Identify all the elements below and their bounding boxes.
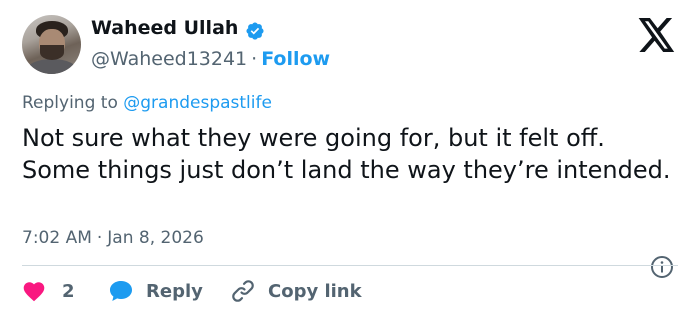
copy-link-button[interactable]: Copy link: [230, 276, 362, 306]
reply-button[interactable]: Reply: [108, 276, 203, 306]
like-button[interactable]: 2: [22, 276, 75, 306]
display-name[interactable]: Waheed Ullah: [91, 17, 238, 39]
reply-mention-link[interactable]: @grandespastlife: [123, 93, 272, 113]
tweet-text: Not sure what they were going for, but i…: [22, 124, 671, 184]
handle-row: @Waheed13241 · Follow: [91, 48, 330, 70]
tweet-timestamp[interactable]: 7:02 AM · Jan 8, 2026: [22, 228, 204, 248]
tweet-time: 7:02 AM: [22, 228, 92, 248]
reply-label: Reply: [146, 280, 203, 302]
tweet-card: Waheed Ullah @Waheed13241 · Follow Replyin…: [0, 0, 700, 318]
reply-bubble-icon: [110, 281, 132, 301]
like-count: 2: [62, 280, 75, 302]
separator: ·: [251, 48, 258, 70]
copy-link-label: Copy link: [268, 280, 362, 302]
link-icon: [232, 280, 254, 302]
user-handle[interactable]: @Waheed13241: [91, 48, 247, 70]
divider: [22, 265, 678, 266]
x-logo-icon[interactable]: [638, 18, 676, 52]
heart-icon: [23, 282, 45, 302]
reply-context: Replying to @grandespastlife: [22, 93, 272, 113]
tweet-date: Jan 8, 2026: [107, 228, 204, 248]
reply-context-prefix: Replying to: [22, 93, 118, 113]
follow-button[interactable]: Follow: [261, 48, 330, 70]
action-bar: 2 Reply Copy link: [22, 276, 682, 306]
avatar[interactable]: [22, 15, 81, 74]
verified-badge-icon: [246, 22, 264, 40]
separator: ·: [96, 228, 103, 248]
